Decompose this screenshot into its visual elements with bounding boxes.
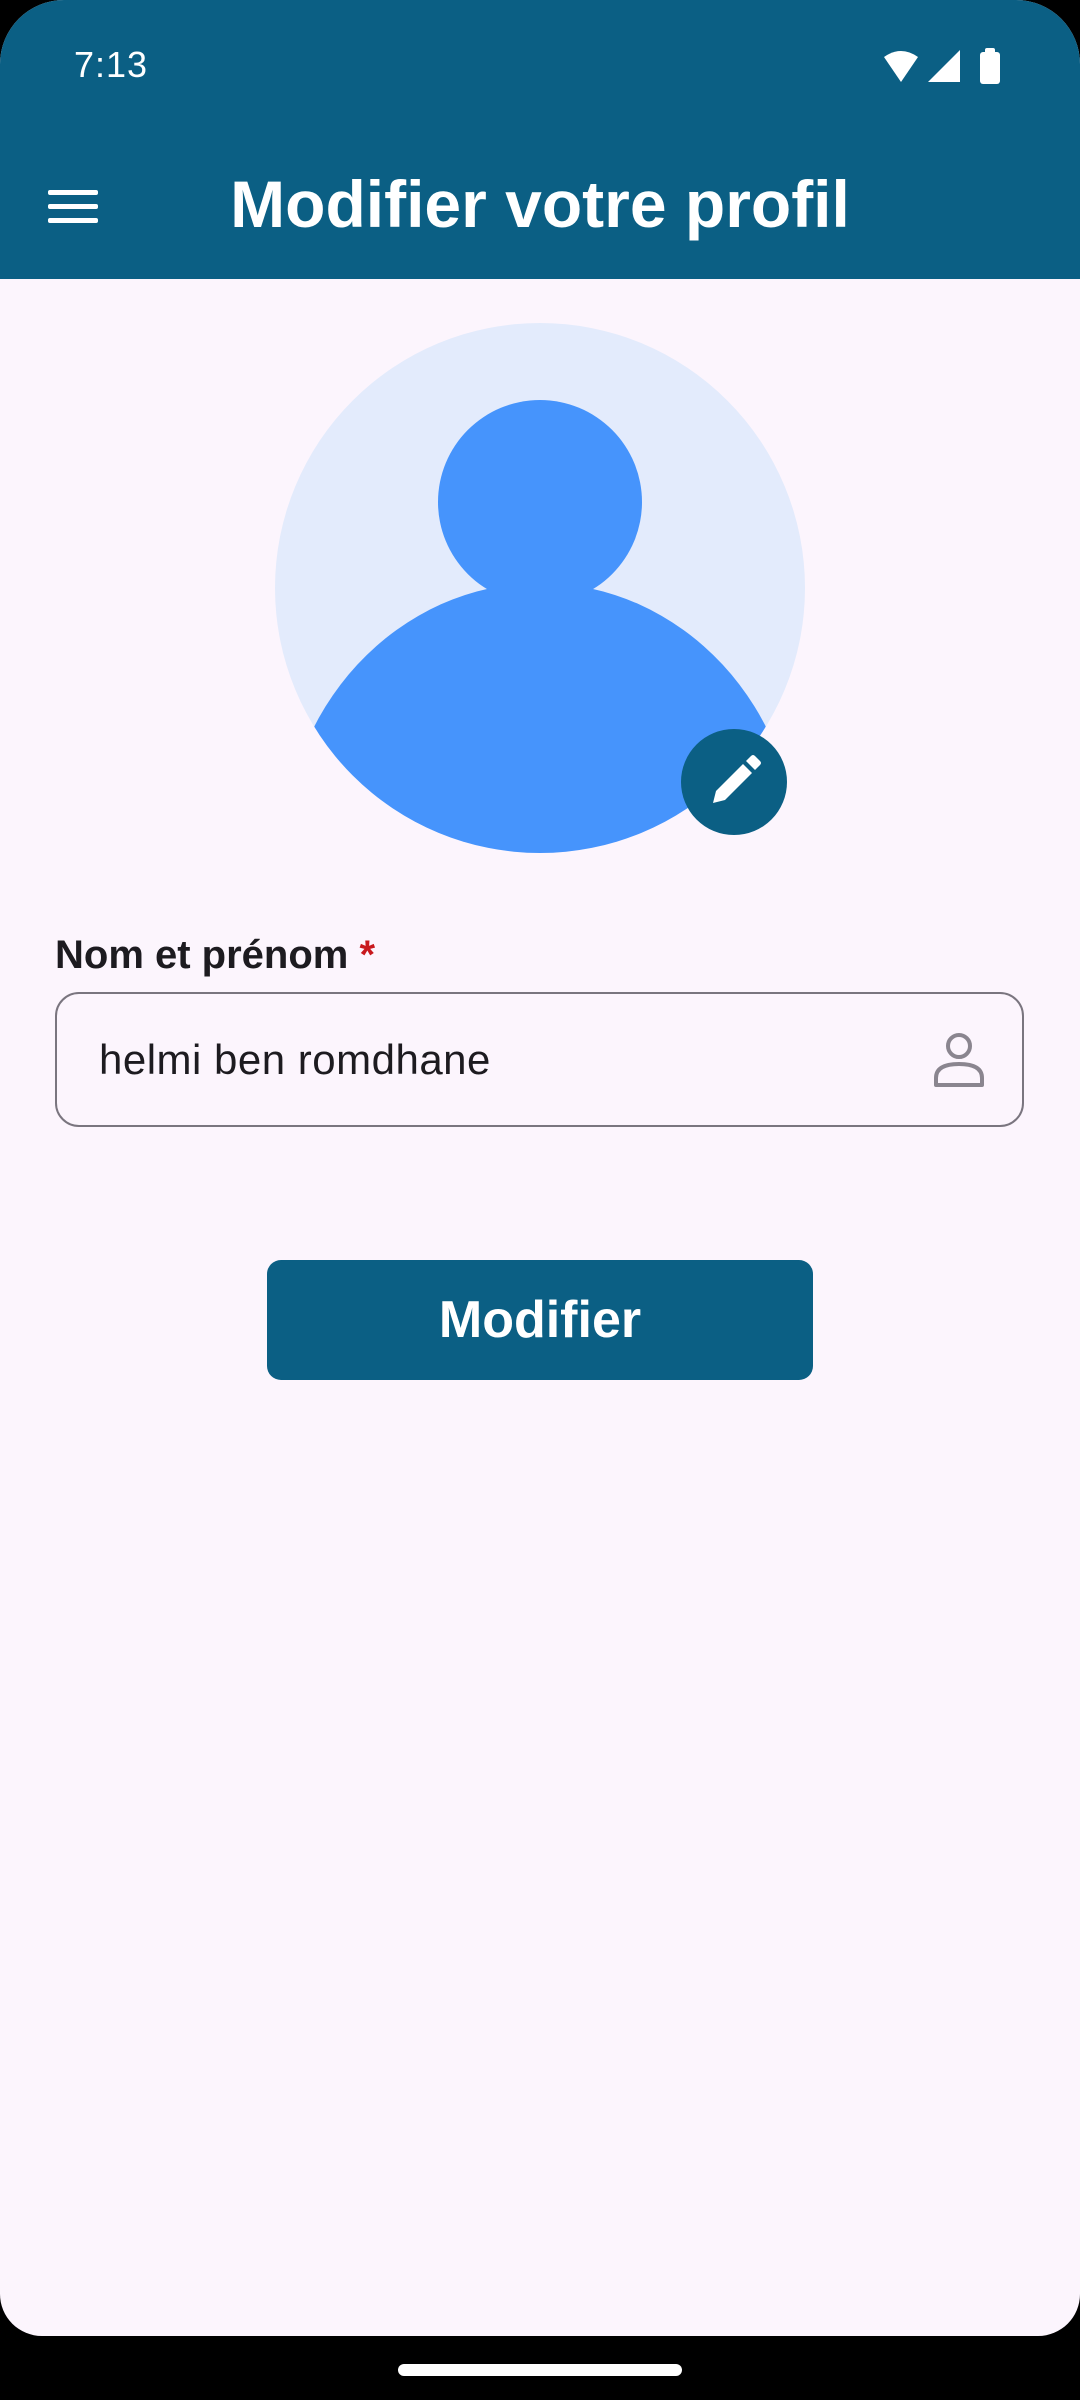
modifier-button-label: Modifier bbox=[438, 1291, 642, 1349]
name-field-label: Nom et prénom * bbox=[55, 930, 375, 980]
person-icon bbox=[934, 1033, 984, 1087]
name-field-label-text: Nom et prénom bbox=[55, 933, 349, 977]
top-app-bar: 7:13 Modifier votre profil bbox=[0, 0, 1080, 279]
pencil-icon bbox=[713, 755, 761, 803]
modifier-button[interactable]: Modifier bbox=[267, 1260, 813, 1380]
full-name-value[interactable]: helmi ben romdhane bbox=[99, 994, 491, 1125]
status-icons bbox=[884, 48, 1000, 84]
app-screen: 7:13 Modifier votre profil Nom et prénom… bbox=[0, 0, 1080, 2336]
edit-avatar-button[interactable] bbox=[681, 729, 787, 835]
home-indicator[interactable] bbox=[398, 2364, 682, 2376]
battery-icon bbox=[980, 48, 1000, 84]
full-name-input[interactable]: helmi ben romdhane bbox=[55, 992, 1024, 1127]
status-time: 7:13 bbox=[74, 44, 149, 85]
required-marker: * bbox=[359, 933, 376, 977]
wifi-icon bbox=[884, 51, 918, 82]
avatar-head bbox=[438, 400, 642, 604]
page-title: Modifier votre profil bbox=[230, 167, 850, 241]
signal-icon bbox=[928, 50, 960, 82]
